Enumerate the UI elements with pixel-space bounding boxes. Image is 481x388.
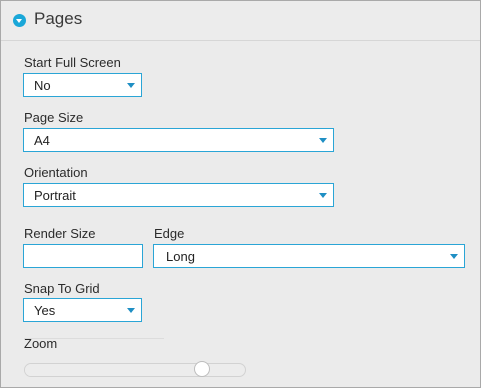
snap-to-grid-label: Snap To Grid <box>24 281 100 296</box>
start-full-screen-value: No <box>34 78 51 93</box>
page-size-label: Page Size <box>24 110 84 125</box>
page-size-value: A4 <box>34 133 50 148</box>
page-size-select[interactable]: A4 <box>23 128 334 152</box>
snap-to-grid-value: Yes <box>34 303 56 318</box>
pages-panel-title: Pages <box>34 9 83 28</box>
edge-label: Edge <box>154 226 185 241</box>
render-size-input[interactable] <box>23 244 143 268</box>
snap-to-grid-select[interactable]: Yes <box>23 298 142 322</box>
zoom-slider-thumb[interactable] <box>194 361 210 377</box>
chevron-down-icon <box>127 308 135 313</box>
chevron-down-icon <box>127 83 135 88</box>
chevron-down-icon <box>450 254 458 259</box>
chevron-down-icon <box>319 138 327 143</box>
edge-value: Long <box>166 249 195 264</box>
pages-panel-header[interactable]: Pages <box>1 1 480 41</box>
edge-select[interactable]: Long <box>153 244 465 268</box>
orientation-select[interactable]: Portrait <box>23 183 334 207</box>
render-size-label: Render Size <box>24 226 96 241</box>
start-full-screen-select[interactable]: No <box>23 73 142 97</box>
zoom-divider <box>24 338 164 339</box>
zoom-slider[interactable] <box>24 361 246 377</box>
start-full-screen-label: Start Full Screen <box>24 55 121 70</box>
chevron-down-icon <box>319 193 327 198</box>
zoom-slider-fill <box>25 364 202 376</box>
orientation-value: Portrait <box>34 188 76 203</box>
chevron-down-circle-icon[interactable] <box>13 14 26 27</box>
orientation-label: Orientation <box>24 165 88 180</box>
